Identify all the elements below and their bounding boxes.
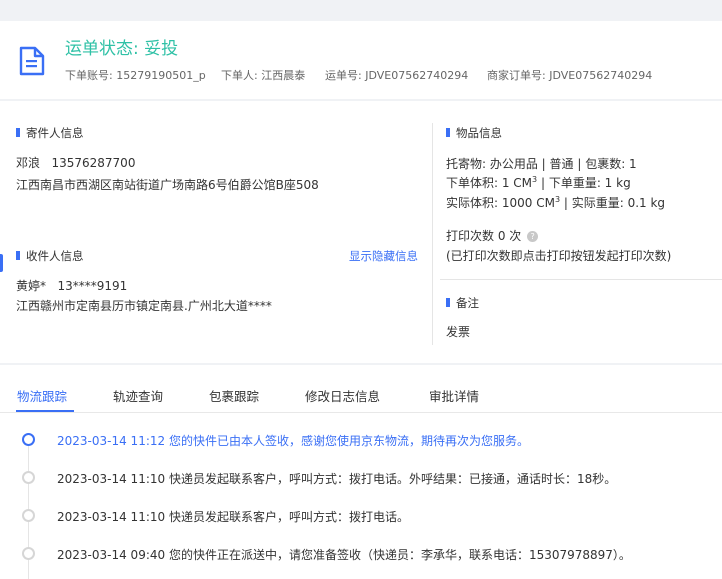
tab-logistics-tracking[interactable]: 物流跟踪 xyxy=(17,386,67,405)
goods-item-line: 托寄物: 办公用品 | 普通 | 包裹数: 1 xyxy=(446,157,637,171)
remark-section-title: 备注 xyxy=(446,295,479,311)
actual-volume-weight: 实际体积: 1000 CM3 | 实际重量: 0.1 kg xyxy=(446,195,666,210)
goods-remark-divider xyxy=(440,279,722,280)
sender-address: 江西南昌市西湖区南站街道广场南路6号伯爵公馆B座508 xyxy=(16,178,319,192)
tab-package-tracking[interactable]: 包裹跟踪 xyxy=(209,386,259,405)
column-divider xyxy=(432,123,433,345)
receiver-contact: 黄婷* 13****9191 xyxy=(16,279,128,293)
active-tab-underline xyxy=(16,410,74,412)
timeline-dot-active xyxy=(22,433,35,446)
receiver-address: 江西赣州市定南县历市镇定南县.广州北大道**** xyxy=(16,299,272,313)
timeline-dot xyxy=(22,547,35,560)
tab-trajectory-query[interactable]: 轨迹查询 xyxy=(113,386,163,405)
tabs-divider xyxy=(0,412,722,413)
sender-contact: 邓浪 13576287700 xyxy=(16,156,136,170)
help-icon[interactable]: ? xyxy=(527,231,539,242)
side-indicator xyxy=(0,254,3,272)
waybill-status-panel: 运单状态: 妥投 下单账号: 15279190501_p 下单人: 江西晨泰 运… xyxy=(0,21,722,99)
timeline-event: 2023-03-14 09:40 您的快件正在派送中，请您准备签收（快递员：李承… xyxy=(57,548,631,562)
waybill-number: 运单号: JDVE07562740294 xyxy=(325,69,469,82)
tab-approval-details[interactable]: 审批详情 xyxy=(429,386,479,405)
show-hidden-info-link[interactable]: 显示隐藏信息 xyxy=(349,248,418,264)
timeline-dot xyxy=(22,471,35,484)
timeline-event: 2023-03-14 11:10 快递员发起联系客户，呼叫方式：拨打电话。 xyxy=(57,510,409,524)
print-count: 打印次数 0 次 ? xyxy=(446,227,539,244)
order-account: 下单账号: 15279190501_p xyxy=(65,69,206,82)
tab-modification-log[interactable]: 修改日志信息 xyxy=(305,386,380,405)
goods-section-title: 物品信息 xyxy=(446,125,502,141)
order-volume-weight: 下单体积: 1 CM3 | 下单重量: 1 kg xyxy=(446,175,631,190)
waybill-status-title: 运单状态: 妥投 xyxy=(65,39,179,59)
timeline-event: 2023-03-14 11:12 您的快件已由本人签收，感谢您使用京东物流，期待… xyxy=(57,434,529,448)
merchant-order-number: 商家订单号: JDVE07562740294 xyxy=(487,69,653,82)
remark-value: 发票 xyxy=(446,325,471,339)
shipment-info-panel: 寄件人信息 邓浪 13576287700 江西南昌市西湖区南站街道广场南路6号伯… xyxy=(0,101,722,363)
timeline-event: 2023-03-14 11:10 快递员发起联系客户，呼叫方式：拨打电话。外呼结… xyxy=(57,472,617,486)
document-icon xyxy=(19,46,45,76)
print-count-hint: (已打印次数即点击打印按钮发起打印次数) xyxy=(446,249,672,263)
order-placer: 下单人: 江西晨泰 xyxy=(221,69,306,82)
receiver-section-title: 收件人信息 xyxy=(16,248,84,264)
tracking-panel: 物流跟踪 轨迹查询 包裹跟踪 修改日志信息 审批详情 2023-03-14 11… xyxy=(0,365,722,579)
timeline-dot xyxy=(22,509,35,522)
sender-section-title: 寄件人信息 xyxy=(16,125,84,141)
